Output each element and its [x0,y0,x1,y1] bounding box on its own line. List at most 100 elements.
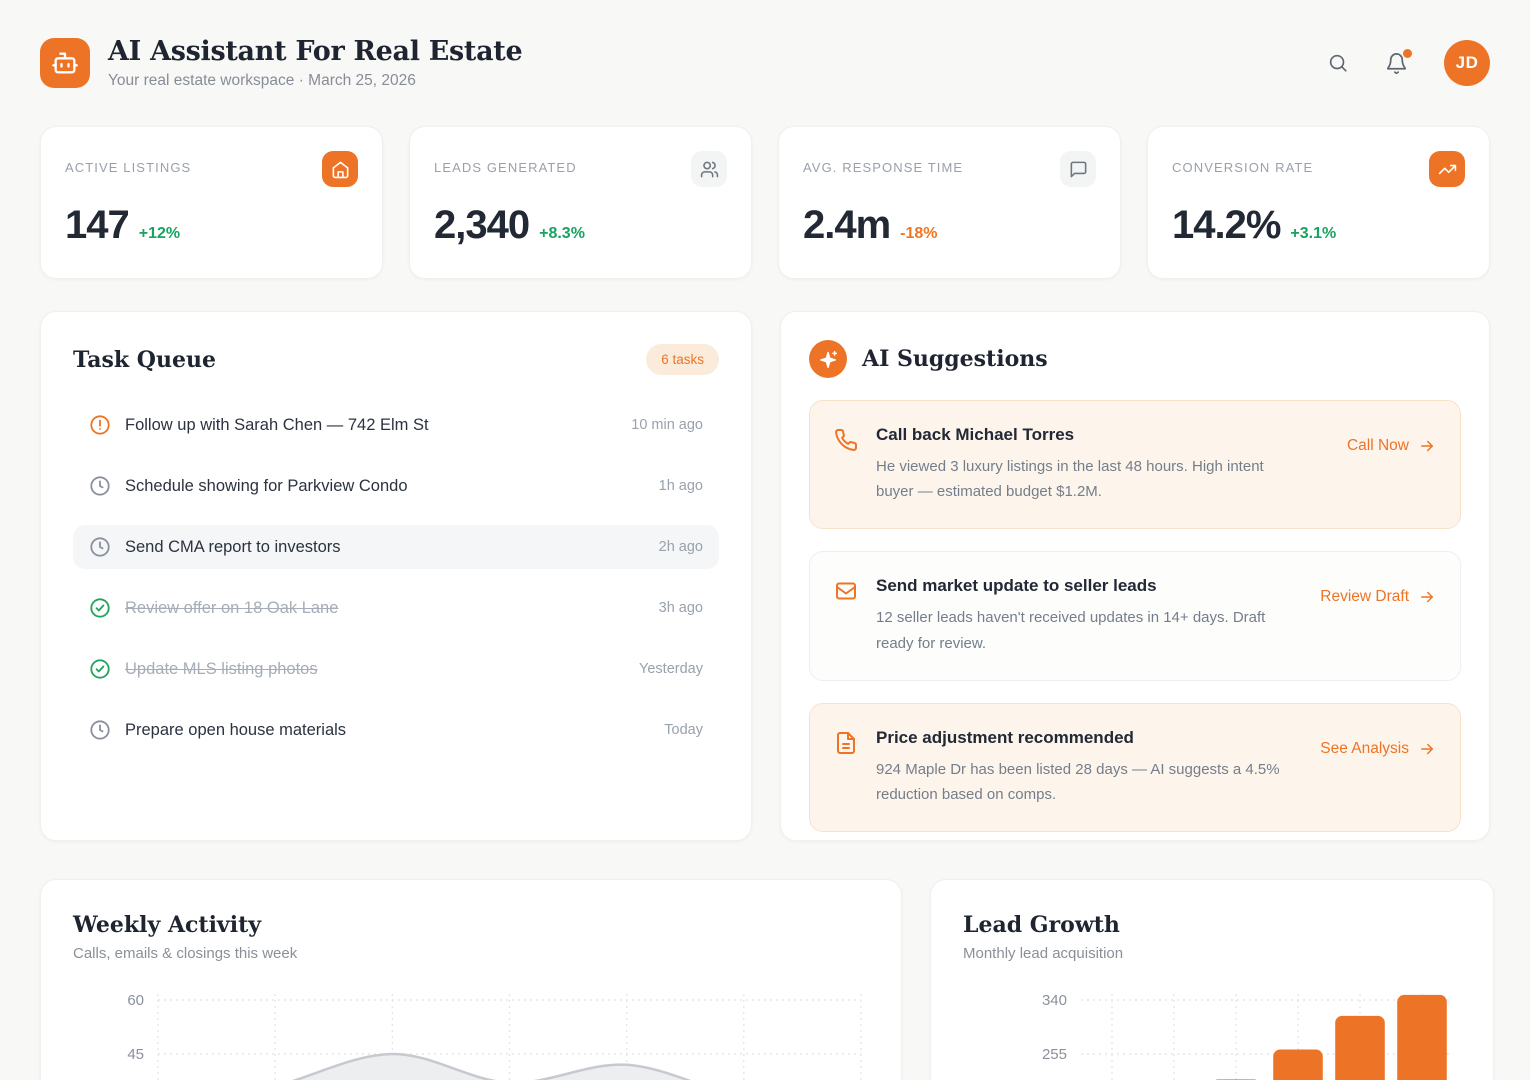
task-title: Follow up with Sarah Chen — 742 Elm St [125,416,617,435]
task-queue-title: Task Queue [73,347,216,373]
suggestion-title: Call back Michael Torres [876,425,1284,445]
arrow-right-icon [1418,588,1436,606]
suggestion-body: Call back Michael Torres He viewed 3 lux… [876,425,1284,504]
notification-dot [1403,49,1412,58]
stat-delta: +12% [139,225,180,243]
arrow-right-icon [1418,740,1436,758]
stat-card-active-listings: ACTIVE LISTINGS 147 +12% [40,126,383,279]
page-subtitle: Your real estate workspace · March 25, 2… [108,72,522,90]
action-label: Review Draft [1320,588,1409,606]
task-title: Schedule showing for Parkview Condo [125,477,645,496]
call-now-button[interactable]: Call Now [1347,437,1436,455]
svg-text:60: 60 [127,992,144,1009]
header: AI Assistant For Real Estate Your real e… [40,36,1490,90]
suggestion-body: Price adjustment recommended 924 Maple D… [876,728,1284,807]
lead-growth-title: Lead Growth [963,912,1461,938]
header-brand: AI Assistant For Real Estate Your real e… [40,36,522,90]
suggestion-market-update: Send market update to seller leads 12 se… [809,551,1461,680]
users-icon [691,151,727,187]
task-time: 1h ago [659,478,703,494]
task-row[interactable]: Prepare open house materials Today [73,708,719,752]
arrow-right-icon [1418,437,1436,455]
search-icon[interactable] [1327,52,1349,74]
stat-label: LEADS GENERATED [434,160,577,175]
stats-row: ACTIVE LISTINGS 147 +12% LEADS GENERATED [40,126,1490,279]
suggestion-price-adjustment: Price adjustment recommended 924 Maple D… [809,703,1461,832]
stat-label: CONVERSION RATE [1172,160,1313,175]
action-label: Call Now [1347,437,1409,455]
weekly-activity-card: Weekly Activity Calls, emails & closings… [40,879,902,1080]
robot-icon [40,38,90,88]
task-row[interactable]: Update MLS listing photos Yesterday [73,647,719,691]
page-title: AI Assistant For Real Estate [108,36,522,67]
stat-value: 2,340 [434,203,529,248]
action-label: See Analysis [1320,740,1409,758]
stat-delta: -18% [900,225,937,243]
task-title: Review offer on 18 Oak Lane [125,599,645,618]
house-icon [322,151,358,187]
mail-icon [834,579,858,655]
stat-delta: +8.3% [539,225,585,243]
stat-delta: +3.1% [1290,225,1336,243]
clock-icon [89,719,111,741]
charts-row: Weekly Activity Calls, emails & closings… [40,879,1490,1080]
svg-text:255: 255 [1042,1046,1067,1063]
header-titles: AI Assistant For Real Estate Your real e… [108,36,522,90]
sparkles-icon [809,340,847,378]
task-queue-card: Task Queue 6 tasks Follow up with Sarah … [40,311,752,841]
weekly-activity-subtitle: Calls, emails & closings this week [73,945,869,962]
task-row[interactable]: Review offer on 18 Oak Lane 3h ago [73,586,719,630]
check-circle-icon [89,658,111,680]
main-row: Task Queue 6 tasks Follow up with Sarah … [40,311,1490,841]
ai-suggestions-card: AI Suggestions Call back Michael Torres … [780,311,1490,841]
task-title: Prepare open house materials [125,721,650,740]
weekly-activity-title: Weekly Activity [73,912,869,938]
bell-icon[interactable] [1385,52,1408,75]
stat-card-leads-generated: LEADS GENERATED 2,340 +8.3% [409,126,752,279]
task-row[interactable]: Follow up with Sarah Chen — 742 Elm St 1… [73,403,719,447]
dashboard-page: AI Assistant For Real Estate Your real e… [0,0,1530,1080]
stat-label: AVG. RESPONSE TIME [803,160,963,175]
clock-icon [89,475,111,497]
suggestion-description: He viewed 3 luxury listings in the last … [876,454,1284,504]
stat-value: 147 [65,203,129,248]
weekly-activity-chart: 60 45 [73,980,869,1080]
suggestion-description: 924 Maple Dr has been listed 28 days — A… [876,757,1284,807]
task-row[interactable]: Send CMA report to investors 2h ago [73,525,719,569]
suggestion-description: 12 seller leads haven't received updates… [876,605,1284,655]
task-time: Today [664,722,703,738]
task-time: 2h ago [659,539,703,555]
task-row[interactable]: Schedule showing for Parkview Condo 1h a… [73,464,719,508]
header-actions: JD [1327,40,1490,86]
suggestion-title: Send market update to seller leads [876,576,1284,596]
suggestion-title: Price adjustment recommended [876,728,1284,748]
svg-text:340: 340 [1042,992,1067,1009]
ai-suggestions-title: AI Suggestions [862,346,1048,372]
review-draft-button[interactable]: Review Draft [1320,588,1436,606]
stat-label: ACTIVE LISTINGS [65,160,191,175]
lead-growth-subtitle: Monthly lead acquisition [963,945,1461,962]
task-title: Update MLS listing photos [125,660,625,679]
alert-circle-icon [89,414,111,436]
clock-icon [89,536,111,558]
task-title: Send CMA report to investors [125,538,645,557]
stat-value: 14.2% [1172,203,1280,248]
suggestion-body: Send market update to seller leads 12 se… [876,576,1284,655]
task-count-badge: 6 tasks [646,344,719,375]
stat-card-conversion-rate: CONVERSION RATE 14.2% +3.1% [1147,126,1490,279]
task-list: Follow up with Sarah Chen — 742 Elm St 1… [73,403,719,752]
lead-growth-chart: 340 255 [963,980,1461,1080]
svg-text:45: 45 [127,1046,144,1063]
stat-value: 2.4m [803,203,890,248]
avatar[interactable]: JD [1444,40,1490,86]
task-time: 10 min ago [631,417,703,433]
lead-growth-card: Lead Growth Monthly lead acquisition 340… [930,879,1494,1080]
phone-icon [834,428,858,504]
suggestion-call-back: Call back Michael Torres He viewed 3 lux… [809,400,1461,529]
trending-up-icon [1429,151,1465,187]
task-time: 3h ago [659,600,703,616]
see-analysis-button[interactable]: See Analysis [1320,740,1436,758]
check-circle-icon [89,597,111,619]
task-time: Yesterday [639,661,703,677]
stat-card-avg-response-time: AVG. RESPONSE TIME 2.4m -18% [778,126,1121,279]
